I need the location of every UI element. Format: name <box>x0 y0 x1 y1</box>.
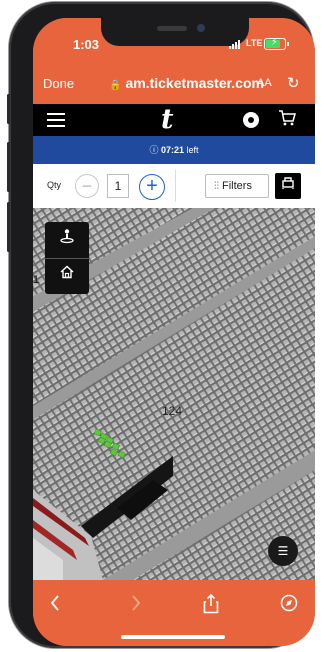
filters-button[interactable]: ⫶⫶ Filters <box>205 174 269 198</box>
clock-icon: ⓘ <box>149 145 159 155</box>
battery-charging-icon: ⚡ <box>264 37 289 50</box>
phone-screen: 1:03 LTE ⚡ Done 🔒 am.ticketmaster.com AA … <box>33 18 315 646</box>
reload-icon[interactable]: ↻ <box>287 74 300 92</box>
map-controls <box>45 222 89 294</box>
section-label: 124 <box>162 404 183 418</box>
seat-map[interactable]: 1 124 ☰ <box>33 208 315 580</box>
filters-label: Filters <box>222 180 252 192</box>
quantity-toolbar: Qty − 1 + ⫶⫶ Filters <box>33 164 315 209</box>
row-edge-label: 1 <box>33 274 40 286</box>
timer-value: 07:21 <box>160 145 185 155</box>
account-icon[interactable] <box>243 112 259 128</box>
lock-icon: 🔒 <box>109 80 122 91</box>
network-label: LTE <box>246 38 263 48</box>
share-icon[interactable] <box>203 593 219 619</box>
browser-toolbar <box>33 580 315 646</box>
chevron-left-icon[interactable] <box>49 594 61 617</box>
site-header: t <box>33 104 315 136</box>
signal-icon <box>229 39 243 49</box>
divider <box>175 170 176 202</box>
list-view-icon[interactable]: ☰ <box>268 536 298 566</box>
status-bar: 1:03 LTE ⚡ <box>33 18 315 64</box>
seat-view-icon[interactable] <box>45 222 89 259</box>
done-button[interactable]: Done <box>43 76 74 91</box>
url-field[interactable]: 🔒 am.ticketmaster.com <box>109 75 264 91</box>
front-camera <box>197 24 205 32</box>
cart-icon[interactable] <box>277 108 297 133</box>
chevron-right-icon[interactable] <box>130 594 142 617</box>
status-time: 1:03 <box>73 37 100 52</box>
increase-qty-button[interactable]: + <box>139 174 165 200</box>
mute-switch <box>7 94 10 124</box>
home-icon[interactable] <box>45 258 89 294</box>
home-indicator <box>121 635 225 639</box>
volume-up-button <box>7 142 10 192</box>
compass-icon[interactable] <box>280 594 298 617</box>
sliders-icon: ⫶⫶ <box>214 181 219 192</box>
text-size-button[interactable]: AA <box>257 77 272 89</box>
volume-down-button <box>7 202 10 252</box>
timer-bar: ⓘ 07:21 left <box>33 136 315 164</box>
qty-label: Qty <box>47 180 62 190</box>
notch <box>101 18 249 46</box>
qty-input[interactable]: 1 <box>107 174 129 198</box>
browser-url-bar: Done 🔒 am.ticketmaster.com AA ↻ <box>33 64 315 104</box>
decrease-qty-button[interactable]: − <box>75 174 99 198</box>
hamburger-icon[interactable] <box>47 113 65 127</box>
ticketmaster-logo[interactable]: t <box>161 104 173 136</box>
speaker <box>157 26 187 31</box>
timer-suffix: left <box>186 145 199 155</box>
url-text: am.ticketmaster.com <box>125 75 264 91</box>
seat-view-toggle-icon[interactable] <box>275 173 301 199</box>
